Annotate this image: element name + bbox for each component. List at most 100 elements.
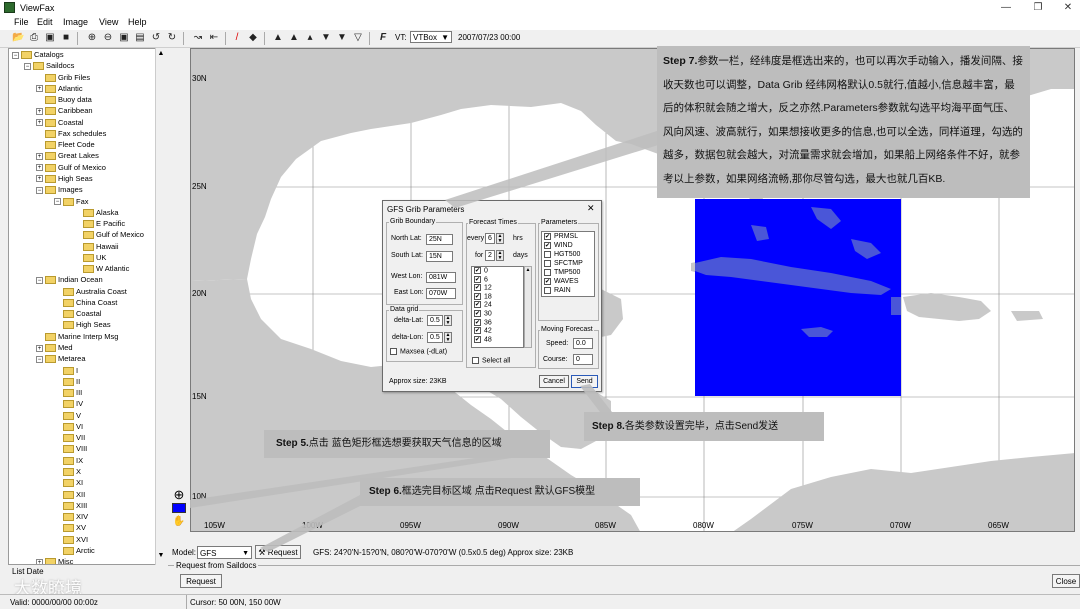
menu-edit[interactable]: Edit: [37, 17, 53, 27]
forecast-hours-list[interactable]: ✔ 0 ✔ 6 ✔ 12 ✔ 18 ✔ 24 ✔ 30 ✔ 36 ✔ 42 ✔ 48: [471, 266, 524, 348]
expand-icon[interactable]: +: [36, 175, 43, 183]
rotate-left-icon[interactable]: ↺: [150, 32, 162, 44]
occluded-front-icon[interactable]: ▼: [320, 32, 332, 44]
tree-item[interactable]: + Atlantic: [36, 83, 83, 94]
tree-item[interactable]: IV: [54, 398, 83, 409]
expand-icon[interactable]: +: [36, 152, 43, 160]
selection-rectangle[interactable]: [695, 199, 901, 396]
menu-view[interactable]: View: [99, 17, 118, 27]
tree-item[interactable]: Coastal: [54, 308, 101, 319]
tree-item[interactable]: High Seas: [54, 319, 111, 330]
tree-item[interactable]: X: [54, 466, 81, 477]
tree-item[interactable]: + Med: [36, 342, 73, 353]
tree-item[interactable]: XVI: [54, 534, 88, 545]
close-button[interactable]: Close: [1052, 574, 1080, 588]
font-icon[interactable]: F: [377, 32, 389, 44]
close-icon[interactable]: ✕: [1058, 2, 1078, 14]
south-lat-field[interactable]: 15N: [426, 251, 453, 262]
delta-lat-spinner[interactable]: ▲ ▼: [444, 315, 452, 326]
delete-icon[interactable]: ■: [60, 32, 72, 44]
tree-scrollbar[interactable]: ▲ ▼: [155, 48, 166, 565]
north-lat-field[interactable]: 25N: [426, 234, 453, 245]
maximize-icon[interactable]: ❐: [1028, 2, 1048, 14]
west-lon-field[interactable]: 081W: [426, 272, 456, 283]
tree-item[interactable]: Fleet Code: [36, 139, 95, 150]
tree-item[interactable]: Marine Interp Msg: [36, 331, 118, 342]
tree-item[interactable]: − Metarea: [36, 353, 86, 364]
tree-item[interactable]: XV: [54, 522, 86, 533]
for-field[interactable]: 2: [485, 250, 495, 261]
tree-item[interactable]: Gulf of Mexico: [74, 229, 144, 240]
model-select[interactable]: GFS ▼: [197, 546, 252, 559]
forecast-hour-item[interactable]: ✔ 30: [472, 309, 523, 319]
save-icon[interactable]: ▣: [44, 32, 56, 44]
open-icon[interactable]: 📂: [12, 32, 24, 44]
tree-item[interactable]: UK: [74, 252, 106, 263]
tree-item[interactable]: E Pacific: [74, 218, 125, 229]
request-button[interactable]: Request: [180, 574, 222, 588]
hand-icon[interactable]: ✋: [172, 516, 186, 528]
tree-item[interactable]: Alaska: [74, 207, 119, 218]
tree-item[interactable]: − Catalogs: [12, 49, 64, 60]
collapse-icon[interactable]: −: [36, 355, 43, 363]
tree-item[interactable]: I: [54, 365, 78, 376]
every-field[interactable]: 6: [485, 233, 495, 244]
parameters-list[interactable]: ✔ PRMSL ✔ WIND HGT500 SFCTMP TMP500 ✔ WAVES RAIN: [541, 231, 595, 297]
menu-help[interactable]: Help: [128, 17, 147, 27]
course-field[interactable]: 0: [573, 354, 593, 365]
zoom-out-icon[interactable]: ⊖: [102, 32, 114, 44]
forecast-hour-item[interactable]: ✔ 6: [472, 275, 523, 285]
tree-item[interactable]: II: [54, 376, 80, 387]
tree-item[interactable]: − Images: [36, 184, 83, 195]
select-all-checkbox[interactable]: Select all: [472, 357, 510, 364]
collapse-icon[interactable]: −: [36, 186, 43, 194]
parameter-item[interactable]: RAIN: [542, 286, 594, 295]
forecast-hour-item[interactable]: ✔ 24: [472, 301, 523, 310]
east-lon-field[interactable]: 070W: [426, 288, 456, 299]
tree-item[interactable]: Hawaii: [74, 241, 119, 252]
cancel-button[interactable]: Cancel: [539, 375, 569, 388]
cold-front-icon[interactable]: ▴: [304, 32, 316, 44]
tree-item[interactable]: XI: [54, 477, 83, 488]
stationary-front-icon[interactable]: ▼: [336, 32, 348, 44]
menu-file[interactable]: File: [14, 17, 29, 27]
forecast-hour-item[interactable]: ✔ 48: [472, 335, 523, 345]
warm-front-icon[interactable]: ▲: [288, 32, 300, 44]
tree-item[interactable]: III: [54, 387, 82, 398]
tree-item[interactable]: VI: [54, 421, 83, 432]
collapse-icon[interactable]: −: [36, 276, 43, 284]
tree-item[interactable]: Fax schedules: [36, 128, 106, 139]
tree-item[interactable]: − Saildocs: [24, 60, 74, 71]
forecast-hour-item[interactable]: ✔ 18: [472, 292, 523, 302]
squall-icon[interactable]: ▽: [352, 32, 364, 44]
forecast-hour-item[interactable]: ✔ 42: [472, 327, 523, 336]
tree-item[interactable]: VII: [54, 432, 85, 443]
request-button-top[interactable]: ⚒ Request: [255, 545, 301, 559]
every-spinner[interactable]: ▲ ▼: [496, 233, 504, 244]
pointer-icon[interactable]: ⇤: [208, 32, 220, 44]
draw-icon[interactable]: ↝: [192, 32, 204, 44]
tree-item[interactable]: Buoy data: [36, 94, 92, 105]
zoom-in-icon[interactable]: ⊕: [86, 32, 98, 44]
menu-image[interactable]: Image: [63, 17, 88, 27]
tree-item[interactable]: + Gulf of Mexico: [36, 162, 106, 173]
zoom-fit-icon[interactable]: ▣: [118, 32, 130, 44]
tree-item[interactable]: V: [54, 410, 81, 421]
collapse-icon[interactable]: −: [12, 51, 19, 59]
tree-item[interactable]: XIII: [54, 500, 87, 511]
tree-item[interactable]: XII: [54, 489, 85, 500]
expand-icon[interactable]: +: [36, 344, 43, 352]
hours-scrollbar[interactable]: ▲: [524, 266, 532, 348]
line-icon[interactable]: /: [231, 32, 243, 44]
tree-item[interactable]: + Caribbean: [36, 105, 93, 116]
expand-icon[interactable]: +: [36, 164, 43, 172]
tree-item[interactable]: + Coastal: [36, 117, 83, 128]
parameter-item[interactable]: TMP500: [542, 268, 594, 277]
collapse-icon[interactable]: −: [54, 198, 61, 206]
delta-lon-field[interactable]: 0.5: [427, 332, 443, 343]
minimize-icon[interactable]: —: [996, 2, 1016, 14]
tree-item[interactable]: + Great Lakes: [36, 150, 99, 161]
forecast-hour-item[interactable]: ✔ 0: [472, 267, 523, 276]
dialog-close-icon[interactable]: ✕: [587, 203, 595, 214]
tree-item[interactable]: XIV: [54, 511, 88, 522]
